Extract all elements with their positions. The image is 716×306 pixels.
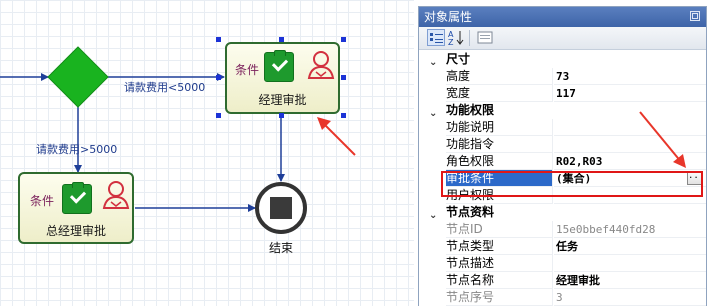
property-value[interactable] (554, 187, 706, 204)
task-name: 总经理审批 (45, 224, 106, 238)
property-name: 节点描述 (446, 255, 553, 272)
property-row-function-cmd[interactable]: 功能指令 (419, 136, 706, 153)
property-value[interactable]: 任务 (554, 238, 706, 255)
property-value[interactable]: 117 (554, 85, 706, 102)
category-permissions[interactable]: ⌄ 功能权限 (419, 102, 706, 119)
approve-check-icon (62, 182, 92, 214)
property-row-role-permission[interactable]: 角色权限 R02,R03 (419, 153, 706, 170)
property-row-node-type[interactable]: 节点类型 任务 (419, 238, 706, 255)
user-icon (307, 51, 335, 79)
edge-label-under-5000: 请款费用<5000 (124, 81, 206, 94)
property-name: 节点类型 (446, 238, 553, 255)
resize-handle-s[interactable] (279, 113, 284, 118)
toolbar-separator (469, 30, 470, 46)
property-value[interactable]: (集合) ... (554, 170, 706, 187)
category-label: 功能权限 (446, 103, 495, 117)
property-row-function-desc[interactable]: 功能说明 (419, 119, 706, 136)
property-name: 宽度 (446, 85, 553, 102)
restore-window-icon[interactable] (690, 11, 700, 21)
property-name: 功能指令 (446, 136, 553, 153)
category-size[interactable]: ⌄ 尺寸 (419, 51, 706, 68)
categorized-view-icon[interactable] (427, 29, 445, 46)
svg-text:Z: Z (448, 38, 454, 46)
property-pages-icon[interactable] (476, 29, 494, 46)
task-manager-approval[interactable]: 条件 经理审批 (225, 42, 340, 114)
property-grid: ⌄ 尺寸 高度 73 宽度 117 ⌄ 功能权限 功能说明 功能指令 角色权限 … (419, 51, 706, 306)
resize-handle-sw[interactable] (216, 113, 221, 118)
end-event-label: 结束 (269, 241, 294, 255)
property-value[interactable]: 73 (554, 68, 706, 85)
resize-handle-w[interactable] (216, 75, 221, 80)
end-stop-square (270, 197, 292, 219)
property-value[interactable]: R02,R03 (554, 153, 706, 170)
property-row-height[interactable]: 高度 73 (419, 68, 706, 85)
resize-handle-n[interactable] (279, 37, 284, 42)
property-name: 节点ID (446, 221, 553, 238)
property-row-node-name[interactable]: 节点名称 经理审批 (419, 272, 706, 289)
task-general-manager-approval[interactable]: 条件 总经理审批 (18, 172, 134, 244)
property-row-user-permission[interactable]: 用户权限 (419, 187, 706, 204)
condition-label: 条件 (30, 194, 55, 208)
resize-handle-ne[interactable] (341, 37, 346, 42)
property-panel: 对象属性 AZ ⌄ 尺寸 高度 73 宽度 117 ⌄ 功能权限 功能说明 功能… (418, 6, 707, 306)
property-name: 用户权限 (446, 187, 553, 204)
property-value-text: (集合) (556, 172, 592, 185)
property-name: 功能说明 (446, 119, 553, 136)
property-value[interactable] (554, 136, 706, 153)
property-value: 3 (554, 289, 706, 306)
user-icon (102, 181, 130, 209)
task-name: 经理审批 (258, 93, 307, 107)
property-row-node-seq[interactable]: 节点序号 3 (419, 289, 706, 306)
property-name: 节点序号 (446, 289, 553, 306)
property-row-node-desc[interactable]: 节点描述 (419, 255, 706, 272)
property-value: 15e0bbef440fd28 (554, 221, 706, 238)
property-value[interactable]: 经理审批 (554, 272, 706, 289)
property-row-approval-condition[interactable]: 审批条件 (集合) ... (419, 170, 706, 187)
property-toolbar: AZ (419, 27, 706, 50)
property-value[interactable] (554, 255, 706, 272)
property-name: 角色权限 (446, 153, 553, 170)
category-label: 节点资料 (446, 205, 495, 219)
resize-handle-se[interactable] (341, 113, 346, 118)
category-node-info[interactable]: ⌄ 节点资料 (419, 204, 706, 221)
ellipsis-button[interactable]: ... (687, 171, 704, 185)
approve-check-icon (264, 50, 294, 82)
resize-handle-e[interactable] (341, 75, 346, 80)
panel-title-bar: 对象属性 (419, 7, 706, 27)
property-row-width[interactable]: 宽度 117 (419, 85, 706, 102)
property-name: 审批条件 (446, 170, 553, 187)
gateway-diamond[interactable] (47, 46, 109, 108)
condition-label: 条件 (235, 63, 260, 77)
category-label: 尺寸 (446, 52, 471, 66)
flow-canvas[interactable]: 请款费用<5000 请款费用>5000 条件 经理审批 条件 总经理审批 结束 (0, 0, 414, 306)
panel-title: 对象属性 (424, 10, 473, 24)
alphabetical-sort-icon[interactable]: AZ (447, 29, 465, 47)
property-row-node-id[interactable]: 节点ID 15e0bbef440fd28 (419, 221, 706, 238)
property-name: 节点名称 (446, 272, 553, 289)
resize-handle-nw[interactable] (216, 37, 221, 42)
edge-label-over-5000: 请款费用>5000 (36, 143, 118, 156)
property-name: 高度 (446, 68, 553, 85)
property-value[interactable] (554, 119, 706, 136)
